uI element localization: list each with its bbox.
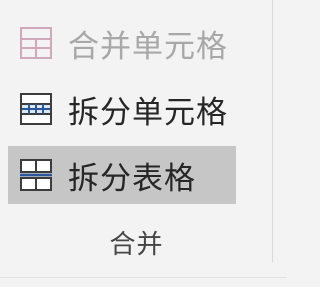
split-table-button[interactable]: 拆分表格 bbox=[8, 146, 236, 204]
merge-cells-icon bbox=[16, 23, 56, 63]
merge-ribbon-group: 合并单元格 拆分单元格 拆分表格 合并 bbox=[0, 0, 287, 287]
split-cells-button[interactable]: 拆分单元格 bbox=[8, 80, 258, 138]
ribbon-bottom-edge bbox=[0, 277, 287, 278]
split-table-icon bbox=[16, 155, 56, 195]
split-cells-icon bbox=[16, 89, 56, 129]
split-table-label: 拆分表格 bbox=[68, 160, 196, 197]
merge-cells-label: 合并单元格 bbox=[68, 28, 228, 65]
group-label: 合并 bbox=[109, 230, 164, 260]
merge-cells-button[interactable]: 合并单元格 bbox=[8, 14, 258, 72]
group-separator bbox=[272, 0, 273, 262]
split-cells-label: 拆分单元格 bbox=[68, 94, 228, 131]
